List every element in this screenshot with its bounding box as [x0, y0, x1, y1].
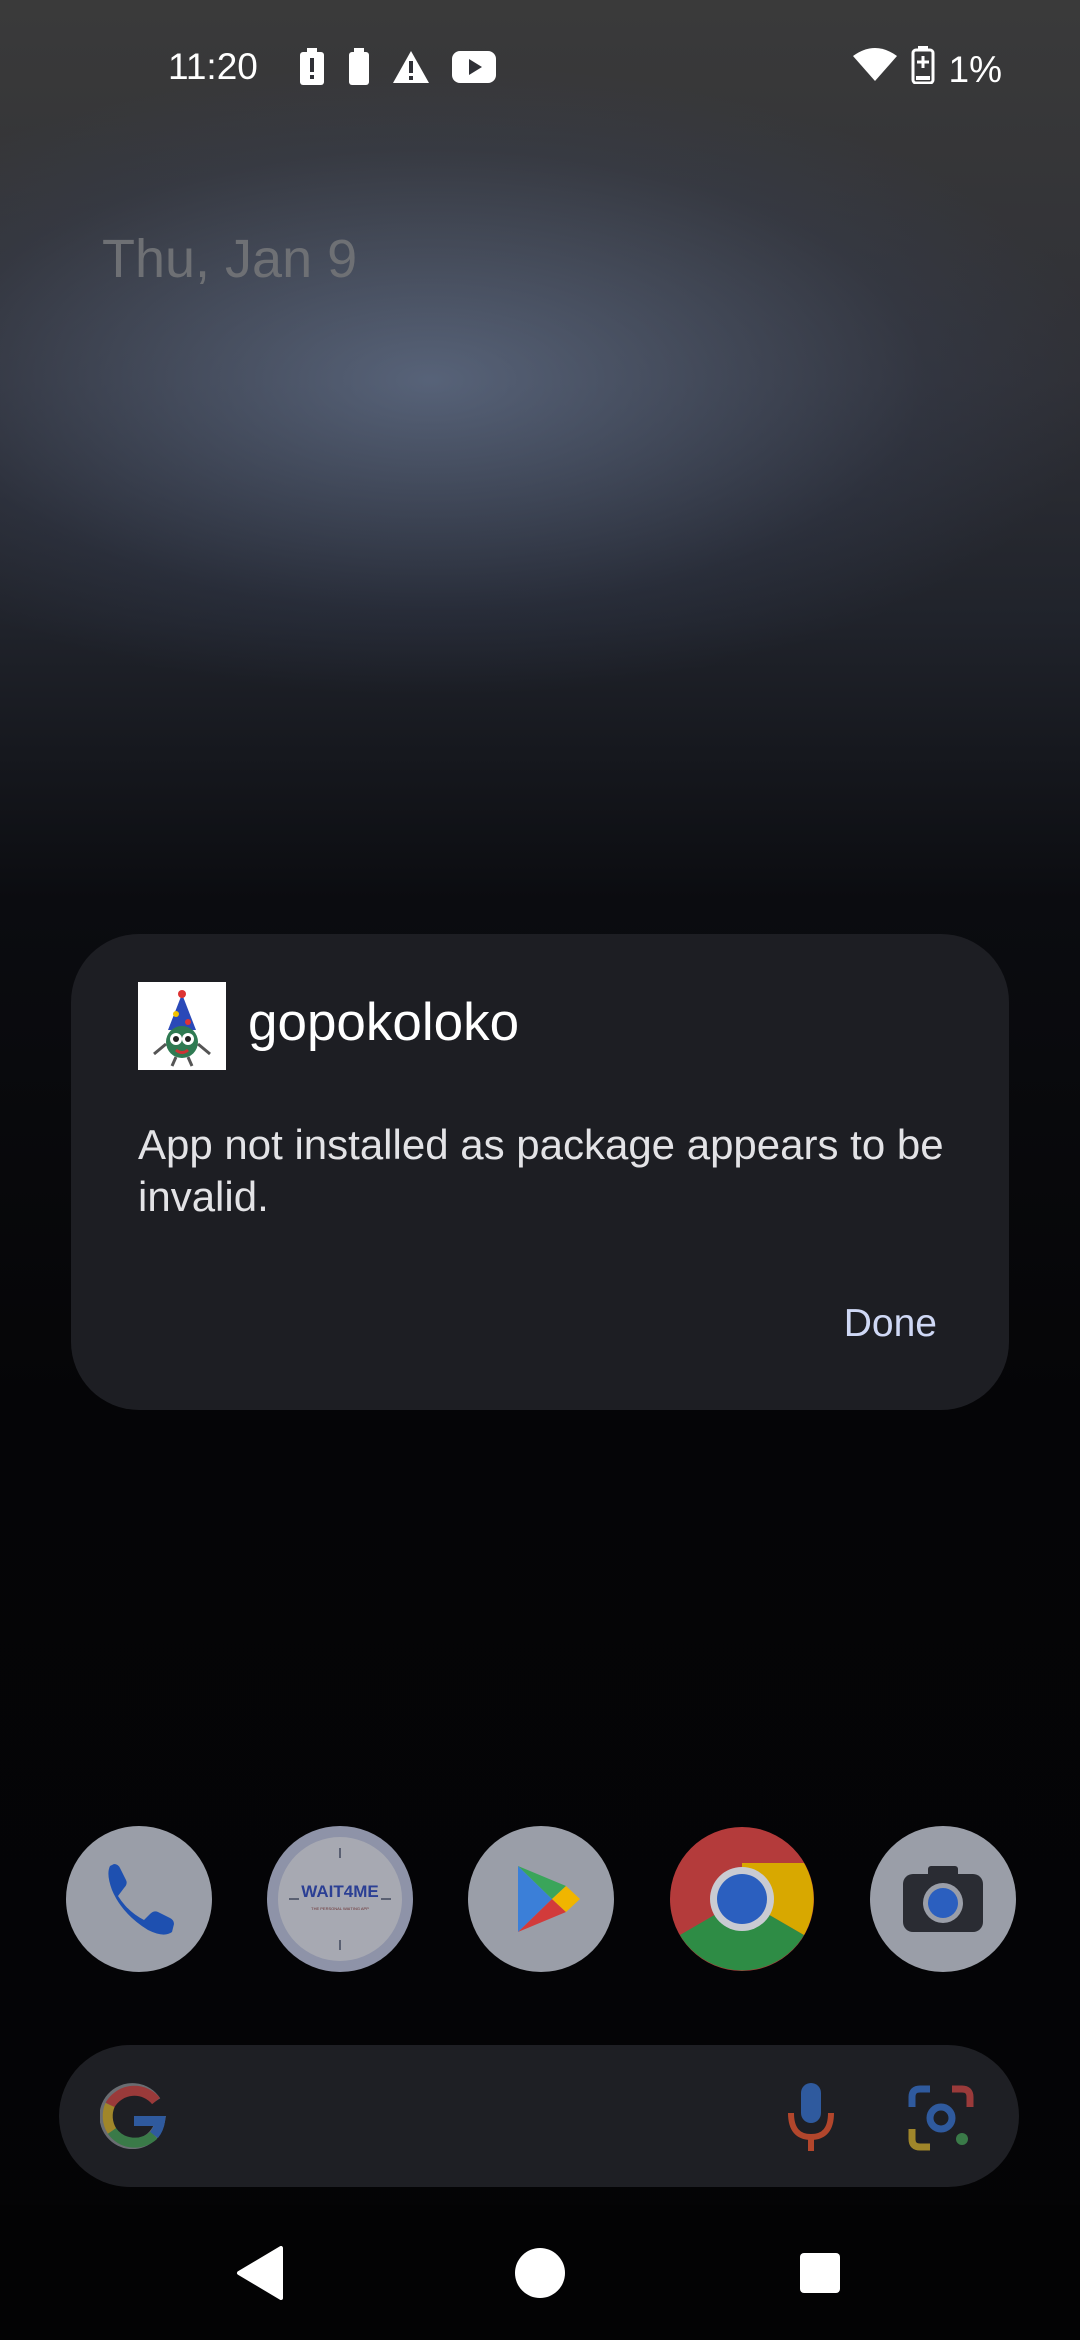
dialog-message: App not installed as package appears to …	[138, 1121, 944, 1220]
recents-button[interactable]	[780, 2205, 860, 2340]
dock-app-phone[interactable]	[66, 1826, 212, 1972]
dialog-app-name: gopokoloko	[248, 993, 520, 1052]
play-store-icon	[518, 1866, 580, 1932]
done-button[interactable]: Done	[844, 1302, 937, 1346]
google-g-icon	[99, 2083, 166, 2154]
status-left-icons	[298, 48, 496, 91]
dock-app-camera[interactable]	[870, 1826, 1016, 1972]
wait4me-label: WAIT4ME	[301, 1882, 379, 1901]
install-error-dialog: gopokoloko App not installed as package …	[71, 934, 1009, 1410]
camera-icon	[903, 1866, 983, 1932]
home-date[interactable]: Thu, Jan 9	[102, 228, 357, 290]
status-right: 1%	[852, 46, 1002, 93]
status-bar: 11:20 1%	[0, 0, 1080, 140]
phone-icon	[108, 1864, 174, 1935]
mic-icon[interactable]	[781, 2081, 841, 2158]
navigation-bar	[0, 2205, 1080, 2340]
chrome-icon	[670, 1827, 814, 1971]
dock: WAIT4ME THE PERSONAL WAITING APP	[0, 1826, 1080, 1976]
battery-percent: 1%	[948, 48, 1002, 90]
home-icon	[515, 2247, 565, 2298]
wait4me-subtitle: THE PERSONAL WAITING APP	[311, 1906, 369, 1911]
lens-icon[interactable]	[908, 2085, 974, 2156]
dock-app-chrome[interactable]	[669, 1826, 815, 1972]
dock-app-play-store[interactable]	[468, 1826, 614, 1972]
google-search-bar[interactable]	[59, 2045, 1019, 2187]
recents-icon	[800, 2252, 840, 2293]
home-button[interactable]	[500, 2205, 580, 2340]
status-time: 11:20	[168, 46, 258, 87]
dock-app-wait4me[interactable]: WAIT4ME THE PERSONAL WAITING APP	[267, 1826, 413, 1972]
app-icon	[138, 982, 226, 1070]
back-button[interactable]	[218, 2205, 302, 2340]
battery-icon	[348, 48, 370, 91]
battery-charging-icon	[911, 46, 935, 93]
back-icon	[237, 2245, 283, 2300]
battery-alert-icon	[298, 48, 326, 91]
warning-icon	[392, 50, 430, 89]
wifi-icon	[852, 48, 897, 91]
youtube-icon	[452, 51, 496, 88]
